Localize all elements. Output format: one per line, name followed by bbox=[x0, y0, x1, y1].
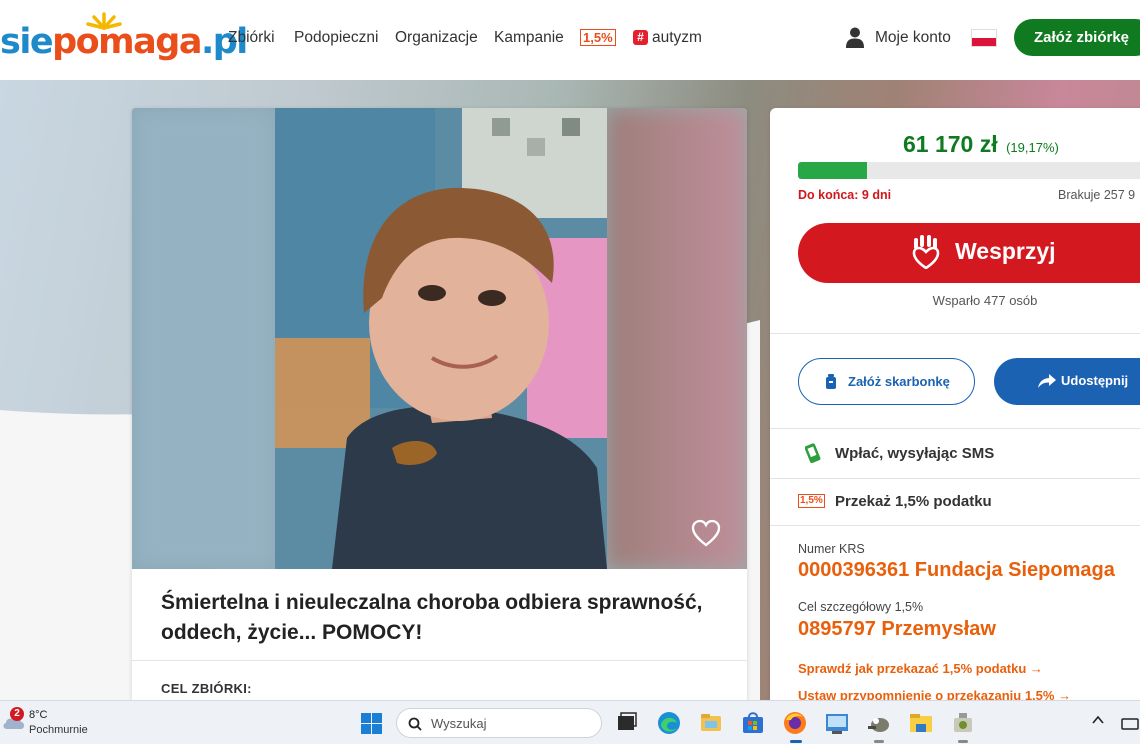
weather-description[interactable]: Pochmurnie bbox=[29, 724, 88, 736]
panel-divider bbox=[770, 428, 1140, 429]
phone-icon bbox=[805, 443, 821, 463]
menu-item-zbiorki[interactable]: Zbiórki bbox=[228, 29, 275, 47]
search-placeholder: Wyszukaj bbox=[431, 716, 487, 731]
campaign-title: Śmiertelna i nieuleczalna choroba odbier… bbox=[161, 591, 703, 644]
sms-label: Wpłać, wysyłając SMS bbox=[835, 445, 995, 462]
campaign-photo[interactable] bbox=[132, 108, 747, 569]
running-app-indicator bbox=[874, 740, 884, 743]
siepomaga-logo[interactable]: siepomaga.pl bbox=[0, 12, 248, 62]
utility-app-icon[interactable] bbox=[950, 710, 976, 736]
progress-bar bbox=[798, 162, 1140, 179]
tag-autyzm-link[interactable]: autyzm bbox=[652, 29, 702, 47]
logo-text: siepomaga.pl bbox=[0, 22, 248, 62]
amount-raised: 61 170 zł (19,17%) bbox=[903, 131, 1059, 158]
polish-flag-icon[interactable] bbox=[971, 29, 997, 47]
menu-item-organizacje[interactable]: Organizacje bbox=[395, 29, 478, 47]
specific-goal-label: Cel szczegółowy 1,5% bbox=[798, 600, 924, 614]
chevron-up-icon[interactable] bbox=[1092, 715, 1104, 725]
hashtag-icon: # bbox=[633, 30, 648, 45]
krs-number-value: 0000396361 Fundacja Siepomaga bbox=[798, 559, 1115, 581]
tax-label: Przekaż 1,5% podatku bbox=[835, 493, 992, 510]
edge-browser-icon[interactable] bbox=[656, 710, 682, 736]
notification-badge: 2 bbox=[10, 707, 24, 721]
create-piggybank-button[interactable]: Załóż skarbonkę bbox=[798, 358, 975, 405]
helping-hand-heart-icon bbox=[912, 235, 940, 269]
gimp-icon[interactable] bbox=[866, 710, 892, 736]
my-account-link[interactable]: Moje konto bbox=[875, 29, 951, 47]
amount-value: 61 170 zł bbox=[903, 131, 998, 157]
missing-amount-text: Brakuje 257 9 bbox=[1058, 188, 1136, 202]
campaign-photo-image bbox=[132, 108, 747, 569]
panel-divider bbox=[770, 333, 1140, 334]
progress-bar-fill bbox=[798, 162, 867, 179]
heart-favorite-icon[interactable] bbox=[691, 519, 721, 549]
user-icon[interactable] bbox=[846, 27, 864, 48]
windows-taskbar: 2 8°C Pochmurnie Wyszukaj bbox=[0, 700, 1140, 744]
create-fundraiser-button[interactable]: Załóż zbiórkę bbox=[1014, 19, 1140, 56]
supporters-count: Wsparło 477 osób bbox=[932, 293, 1038, 308]
top-navigation: siepomaga.pl Zbiórki Podopieczni Organiz… bbox=[0, 0, 1140, 80]
krs-number-label: Numer KRS bbox=[798, 542, 865, 556]
explorer-folder-icon[interactable] bbox=[908, 710, 934, 736]
amount-percent: (19,17%) bbox=[1006, 140, 1059, 155]
file-folder-icon[interactable] bbox=[698, 710, 724, 736]
task-view-icon[interactable] bbox=[614, 710, 640, 736]
tax-percent-badge[interactable]: 1,5% bbox=[580, 29, 616, 46]
windows-start-icon[interactable] bbox=[361, 713, 382, 734]
support-button[interactable]: Wesprzyj bbox=[798, 223, 1140, 283]
search-icon bbox=[408, 717, 422, 731]
active-app-indicator bbox=[790, 740, 802, 743]
goal-section-label: CEL ZBIÓRKI: bbox=[161, 681, 252, 696]
share-button[interactable]: Udostępnij bbox=[994, 358, 1140, 405]
weather-temperature[interactable]: 8°C bbox=[29, 709, 47, 721]
card-divider bbox=[132, 660, 747, 661]
taskbar-search-input[interactable]: Wyszukaj bbox=[396, 708, 602, 738]
menu-item-kampanie[interactable]: Kampanie bbox=[494, 29, 564, 47]
donation-panel: 61 170 zł (19,17%) Do końca: 9 dni Braku… bbox=[770, 108, 1140, 708]
control-panel-icon[interactable] bbox=[824, 710, 850, 736]
deadline-text: Do końca: 9 dni bbox=[798, 188, 892, 202]
how-to-transfer-link[interactable]: Sprawdź jak przekazać 1,5% podatku → bbox=[798, 661, 1043, 676]
piggybank-icon bbox=[826, 374, 836, 389]
share-arrow-icon bbox=[1038, 374, 1056, 388]
tax-percent-badge: 1,5% bbox=[798, 494, 825, 508]
specific-goal-value: 0895797 Przemysław bbox=[798, 618, 996, 640]
store-icon[interactable] bbox=[740, 710, 766, 736]
campaign-card: Śmiertelna i nieuleczalna choroba odbier… bbox=[132, 108, 747, 708]
piggybank-button-label: Załóż skarbonkę bbox=[848, 374, 950, 389]
menu-item-podopieczni[interactable]: Podopieczni bbox=[294, 29, 378, 47]
running-app-indicator bbox=[958, 740, 968, 743]
firefox-browser-icon[interactable] bbox=[782, 710, 808, 736]
share-button-label: Udostępnij bbox=[1061, 373, 1129, 388]
support-button-label: Wesprzyj bbox=[955, 238, 1056, 264]
panel-divider bbox=[770, 478, 1140, 479]
network-icon[interactable] bbox=[1120, 713, 1140, 731]
panel-divider bbox=[770, 525, 1140, 526]
